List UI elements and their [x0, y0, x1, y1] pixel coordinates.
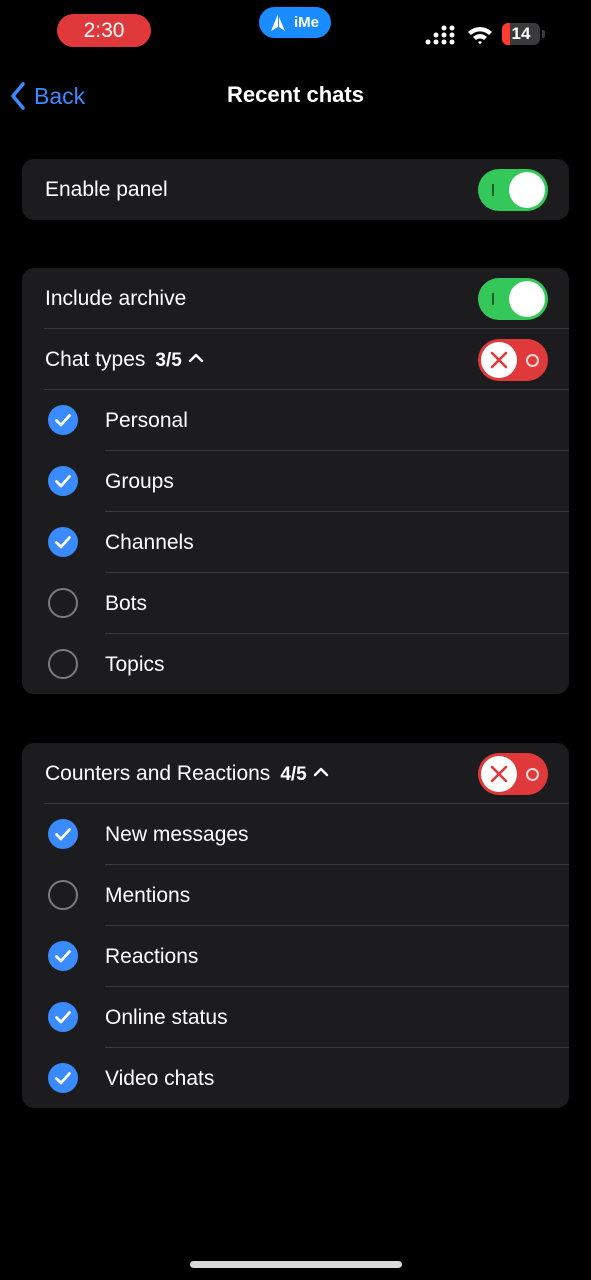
chat-type-groups[interactable]: Groups	[22, 451, 569, 512]
chat-types-label: Chat types 3/5	[45, 329, 204, 391]
page-title: Recent chats	[227, 82, 364, 107]
checkmark-circle-icon[interactable]	[48, 527, 78, 557]
enable-panel-row: Enable panel	[22, 159, 569, 220]
checkmark-circle-icon[interactable]	[48, 819, 78, 849]
status-bar: 2:30 iMe 14	[0, 0, 591, 62]
checkmark-circle-icon[interactable]	[48, 1063, 78, 1093]
item-label: Mentions	[105, 884, 191, 907]
enable-panel-toggle[interactable]	[478, 169, 548, 211]
checkmark-circle-icon[interactable]	[48, 466, 78, 496]
counters-header-row[interactable]: Counters and Reactions 4/5	[22, 743, 569, 804]
app-indicator-pill[interactable]: iMe	[259, 7, 331, 38]
cellular-signal-icon	[425, 25, 455, 45]
chat-type-channels[interactable]: Channels	[22, 512, 569, 573]
counter-mentions[interactable]: Mentions	[22, 865, 569, 926]
chat-types-card: Include archive Chat types 3/5 Personal Gr…	[22, 268, 569, 694]
home-indicator[interactable]	[190, 1261, 402, 1268]
counter-video-chats[interactable]: Video chats	[22, 1048, 569, 1109]
item-label: Channels	[105, 531, 194, 554]
empty-circle-icon[interactable]	[48, 588, 78, 618]
item-label: Groups	[105, 470, 174, 493]
chat-types-toggle[interactable]	[478, 339, 548, 381]
empty-circle-icon[interactable]	[48, 649, 78, 679]
battery-tip	[542, 30, 545, 38]
counter-reactions[interactable]: Reactions	[22, 926, 569, 987]
include-archive-row: Include archive	[22, 268, 569, 329]
include-archive-toggle[interactable]	[478, 278, 548, 320]
chevron-up-icon	[188, 354, 204, 363]
item-label: Personal	[105, 409, 188, 432]
item-label: Video chats	[105, 1067, 215, 1090]
chat-types-header-row[interactable]: Chat types 3/5	[22, 329, 569, 390]
close-icon	[490, 351, 508, 369]
chat-type-personal[interactable]: Personal	[22, 390, 569, 451]
item-label: New messages	[105, 823, 249, 846]
include-archive-label: Include archive	[45, 287, 187, 310]
close-icon	[490, 765, 508, 783]
item-label: Topics	[105, 653, 165, 676]
chat-types-count: 3/5	[155, 350, 182, 371]
counters-card: Counters and Reactions 4/5 New messages Me…	[22, 743, 569, 1108]
status-time: 2:30	[57, 14, 151, 47]
checkmark-circle-icon[interactable]	[48, 405, 78, 435]
counters-label: Counters and Reactions 4/5	[45, 743, 329, 805]
chat-type-topics[interactable]: Topics	[22, 634, 569, 695]
counters-title: Counters and Reactions	[45, 762, 271, 785]
checkmark-circle-icon[interactable]	[48, 1002, 78, 1032]
sail-icon	[271, 14, 285, 31]
counters-toggle[interactable]	[478, 753, 548, 795]
checkmark-circle-icon[interactable]	[48, 941, 78, 971]
battery-icon: 14	[502, 23, 540, 45]
chat-types-title: Chat types	[45, 348, 146, 371]
empty-circle-icon[interactable]	[48, 880, 78, 910]
app-pill-label: iMe	[294, 14, 320, 31]
counter-online-status[interactable]: Online status	[22, 987, 569, 1048]
wifi-icon	[468, 27, 492, 45]
item-label: Bots	[105, 592, 148, 615]
enable-panel-label: Enable panel	[45, 178, 168, 201]
counter-new-messages[interactable]: New messages	[22, 804, 569, 865]
counters-count: 4/5	[280, 764, 307, 785]
chevron-up-icon	[313, 768, 328, 777]
item-label: Online status	[105, 1006, 228, 1029]
chat-type-bots[interactable]: Bots	[22, 573, 569, 634]
item-label: Reactions	[105, 945, 199, 968]
enable-panel-card: Enable panel	[22, 159, 569, 220]
battery-level: 14	[511, 24, 531, 43]
